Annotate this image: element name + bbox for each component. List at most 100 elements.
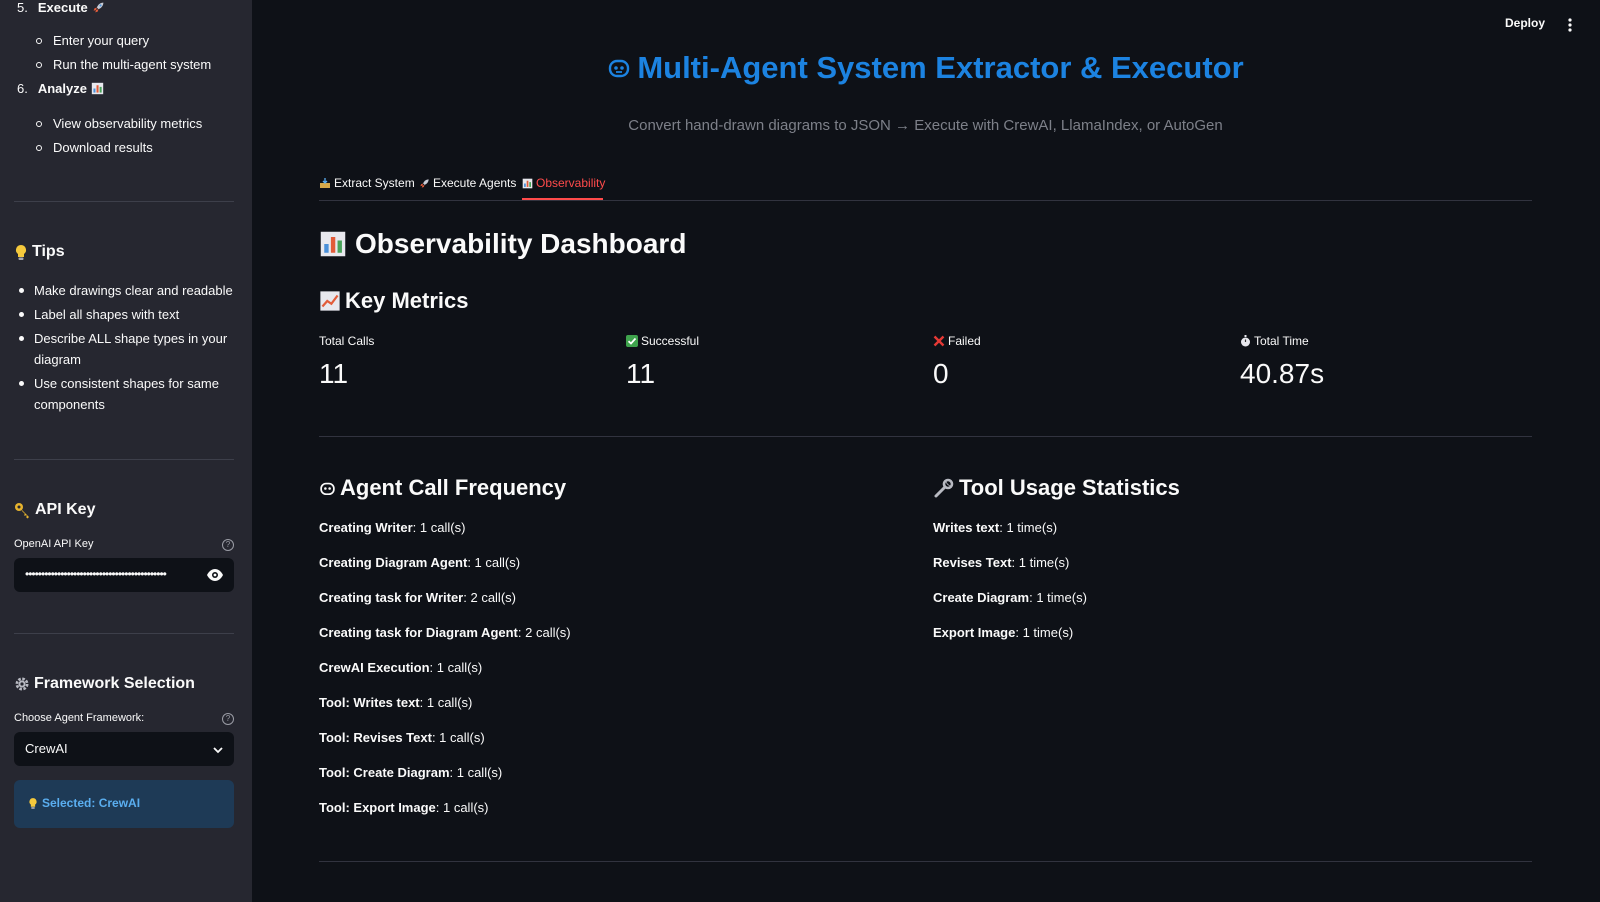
sub-item-label: Download results	[53, 140, 153, 155]
step-label: Analyze	[37, 81, 87, 96]
lightbulb-icon	[28, 797, 38, 810]
sub-item-run-system: Run the multi-agent system	[36, 57, 211, 72]
api-key-label: OpenAI API Key	[14, 538, 94, 550]
section-divider	[319, 436, 1532, 437]
bar-chart-icon	[522, 178, 533, 189]
item-name: Tool: Export Image	[319, 800, 436, 815]
sidebar-divider	[14, 633, 234, 634]
metric-total-calls: Total Calls 11	[319, 334, 609, 390]
item-name: Revises Text	[933, 555, 1012, 570]
help-icon[interactable]: ?	[222, 539, 234, 551]
robot-icon	[607, 56, 631, 80]
tip-item: Make drawings clear and readable	[14, 280, 234, 301]
metric-value: 11	[319, 358, 349, 389]
metric-failed: Failed 0	[933, 334, 1223, 390]
rocket-icon	[419, 178, 430, 189]
list-item: Creating Writer: 1 call(s)	[319, 520, 879, 555]
api-key-title: API Key	[35, 501, 96, 518]
gear-icon	[14, 676, 30, 692]
list-item: Creating task for Writer: 2 call(s)	[319, 590, 879, 625]
api-key-heading: API Key	[14, 501, 95, 519]
item-name: Tool: Writes text	[319, 695, 420, 710]
bar-chart-icon	[91, 82, 104, 95]
tip-item: Use consistent shapes for same component…	[14, 373, 234, 415]
metric-label: Successful	[626, 334, 916, 348]
tips-heading: Tips	[14, 243, 65, 261]
tab-bar-divider	[319, 200, 1532, 201]
list-item: Tool: Create Diagram: 1 call(s)	[319, 765, 879, 800]
framework-title: Framework Selection	[34, 675, 195, 692]
agent-frequency-heading: Agent Call Frequency	[319, 475, 566, 501]
list-item: Revises Text: 1 time(s)	[933, 555, 1493, 590]
check-icon	[626, 335, 638, 347]
page-subtitle: Convert hand-drawn diagrams to JSON → Ex…	[628, 117, 1223, 134]
metric-successful: Successful 11	[626, 334, 916, 390]
page-title: Multi-Agent System Extractor & Executor	[319, 50, 1532, 86]
sidebar-divider	[14, 201, 234, 202]
metric-label-text: Total Time	[1254, 334, 1309, 348]
metric-label-text: Successful	[641, 334, 700, 348]
ring-bullet	[36, 144, 42, 151]
section-divider	[319, 861, 1532, 862]
item-value: : 1 call(s)	[467, 555, 521, 570]
chevron-down-icon	[212, 743, 224, 755]
lightbulb-icon	[14, 244, 28, 261]
robot-icon	[319, 480, 336, 497]
tool-usage-list: Writes text : 1 time(s) Revises Text: 1 t…	[933, 520, 1493, 660]
item-name: Tool: Create Diagram	[319, 765, 450, 780]
sub-item-label: View observability metrics	[53, 116, 203, 131]
framework-selected-value: CrewAI	[25, 741, 68, 756]
step-analyze: 6. Analyze	[17, 81, 104, 96]
key-metrics-heading: Key Metrics	[319, 288, 469, 314]
eye-icon[interactable]	[206, 567, 224, 583]
api-key-input[interactable]: ••••••••••••••••••••••••••••••••••••••••…	[14, 558, 234, 592]
item-name: Writes text	[933, 520, 1000, 535]
sub-item-view-metrics: View observability metrics	[36, 116, 202, 131]
sub-item-label: Run the multi-agent system	[53, 57, 212, 72]
item-name: Create Diagram	[933, 590, 1030, 605]
sub-item-enter-query: Enter your query	[36, 33, 149, 48]
tab-execute-agents[interactable]: Execute Agents	[419, 176, 516, 190]
tab-label: Extract System	[334, 176, 415, 190]
tab-observability[interactable]: Observability	[522, 176, 605, 190]
item-value: : 1 call(s)	[419, 695, 473, 710]
list-item: Export Image: 1 time(s)	[933, 625, 1493, 660]
tip-item: Describe ALL shape types in your diagram	[14, 328, 234, 370]
metric-label: Failed	[933, 334, 1223, 348]
item-name: Creating Writer	[319, 520, 413, 535]
metric-label-text: Failed	[948, 334, 981, 348]
help-icon[interactable]: ?	[222, 713, 234, 725]
tip-item: Label all shapes with text	[14, 304, 234, 325]
item-value: : 1 time(s)	[1029, 590, 1087, 605]
metric-label: Total Time	[1240, 334, 1530, 348]
sidebar-divider	[14, 459, 234, 460]
agent-frequency-title: Agent Call Frequency	[340, 475, 567, 500]
info-label: Selected: CrewAI	[42, 796, 141, 810]
tips-list: Make drawings clear and readable Label a…	[14, 280, 234, 418]
item-value: : 1 call(s)	[435, 800, 489, 815]
tab-label: Observability	[536, 176, 606, 190]
item-value: : 1 call(s)	[449, 765, 503, 780]
dashboard-heading: Observability Dashboard	[319, 228, 686, 260]
tab-extract-system[interactable]: Extract System	[319, 176, 415, 190]
ring-bullet	[36, 37, 42, 44]
tips-title: Tips	[32, 243, 65, 260]
metric-value: 40.87s	[1240, 358, 1325, 389]
item-value: : 1 call(s)	[412, 520, 466, 535]
step-label: Execute	[37, 0, 88, 15]
metric-value: 0	[933, 358, 949, 389]
framework-select[interactable]: CrewAI	[14, 732, 234, 766]
selected-framework-info: Selected: CrewAI	[14, 780, 234, 828]
metric-label-text: Total Calls	[319, 334, 375, 348]
agent-call-list: Creating Writer: 1 call(s) Creating Diag…	[319, 520, 879, 835]
metric-total-time: Total Time 40.87s	[1240, 334, 1530, 390]
item-name: Creating task for Writer	[319, 590, 464, 605]
wrench-icon	[933, 477, 955, 499]
list-item: Tool: Writes text: 1 call(s)	[319, 695, 879, 730]
key-metrics-title: Key Metrics	[345, 288, 469, 313]
tab-label: Execute Agents	[433, 176, 517, 190]
ring-bullet	[36, 61, 42, 68]
ring-bullet	[36, 120, 42, 127]
trend-chart-icon	[319, 290, 341, 312]
item-name: Creating Diagram Agent	[319, 555, 468, 570]
